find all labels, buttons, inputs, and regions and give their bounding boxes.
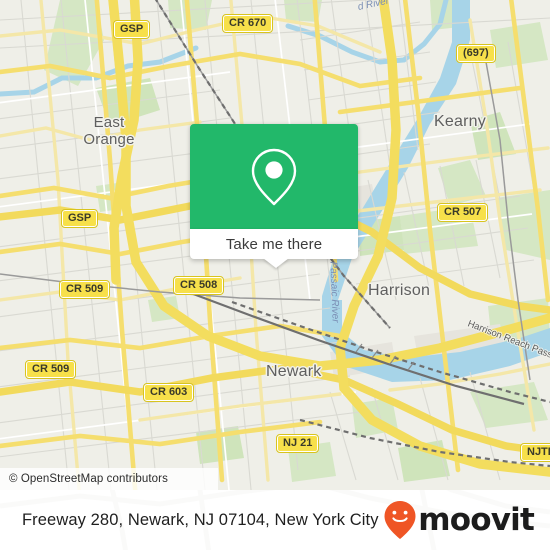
map-screenshot: .land{fill:#efefe8;} .green{fill:#d5e7c4… <box>0 0 550 550</box>
address-text: Freeway 280, Newark, NJ 07104, New York … <box>22 510 379 529</box>
osm-attribution[interactable]: © OpenStreetMap contributors <box>0 468 218 490</box>
highway-shield[interactable]: GSP <box>112 20 151 39</box>
highway-shield[interactable]: CR 509 <box>24 360 77 379</box>
highway-shield[interactable]: CR 603 <box>142 383 195 402</box>
map-canvas[interactable]: .land{fill:#efefe8;} .green{fill:#d5e7c4… <box>0 0 550 490</box>
highway-shield[interactable]: NJTP <box>519 443 550 462</box>
highway-shield[interactable]: CR 509 <box>58 280 111 299</box>
highway-shield[interactable]: CR 507 <box>436 203 489 222</box>
moovit-pin-smile-icon <box>384 501 416 539</box>
highway-shield[interactable]: CR 508 <box>172 276 225 295</box>
map-pin-icon <box>251 148 297 205</box>
highway-shield[interactable]: CR 670 <box>221 14 274 33</box>
callout-icon-area <box>190 124 358 229</box>
take-me-there-button[interactable]: Take me there <box>190 229 358 259</box>
osm-attribution-text: © OpenStreetMap contributors <box>9 473 168 485</box>
callout-tail-pointer <box>263 258 289 268</box>
place-label-newark: Newark <box>266 363 322 380</box>
moovit-wordmark: moovit <box>418 502 535 538</box>
place-label-kearny: Kearny <box>434 113 486 130</box>
water-label-passaic-river: Passaic River <box>327 261 341 323</box>
highway-shield[interactable]: GSP <box>60 209 99 228</box>
place-label-east-orange: East Orange <box>83 114 135 148</box>
highway-shield[interactable]: NJ 21 <box>275 434 320 453</box>
place-label-harrison: Harrison <box>368 282 431 299</box>
footer-bar: Freeway 280, Newark, NJ 07104, New York … <box>0 490 550 550</box>
location-callout[interactable]: Take me there <box>190 124 358 268</box>
take-me-there-label: Take me there <box>225 235 323 253</box>
moovit-logo[interactable]: moovit <box>383 500 550 540</box>
highway-shield[interactable]: (697) <box>456 44 496 63</box>
